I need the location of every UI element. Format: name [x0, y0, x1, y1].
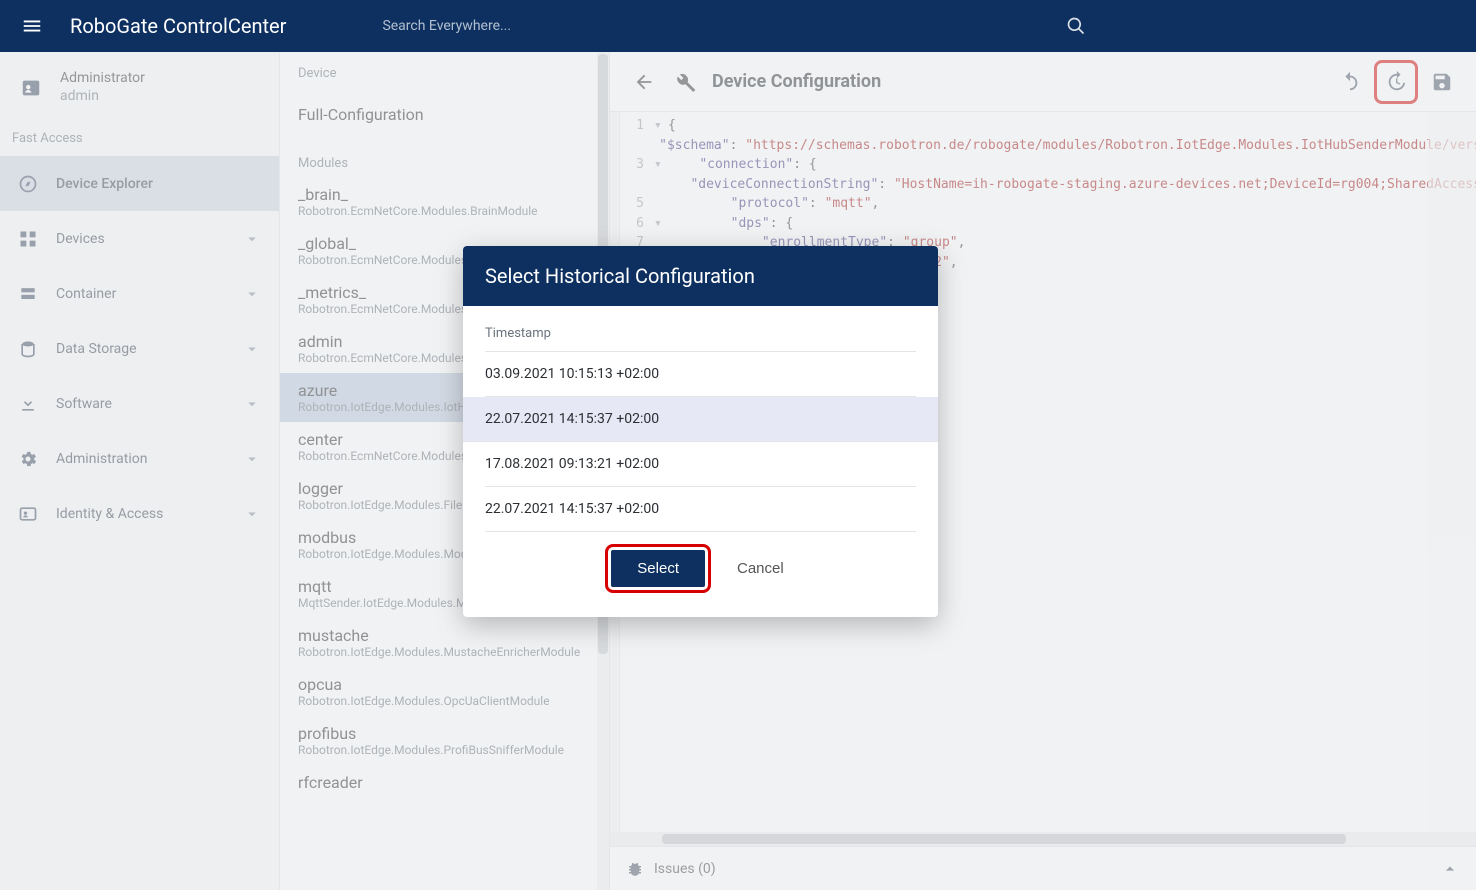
- history-dialog: Select Historical Configuration Timestam…: [463, 246, 938, 617]
- search-icon: [1066, 16, 1086, 36]
- history-row[interactable]: 17.08.2021 09:13:21 +02:00: [485, 442, 916, 487]
- appbar: RoboGate ControlCenter Search Everywhere…: [0, 0, 1476, 52]
- select-button[interactable]: Select: [611, 550, 705, 587]
- cancel-button[interactable]: Cancel: [731, 559, 790, 578]
- menu-icon[interactable]: [12, 6, 52, 46]
- history-row[interactable]: 22.07.2021 14:15:37 +02:00: [485, 487, 916, 532]
- global-search[interactable]: Search Everywhere...: [364, 0, 1464, 52]
- history-row[interactable]: 22.07.2021 14:15:37 +02:00: [463, 397, 938, 442]
- dialog-title: Select Historical Configuration: [463, 246, 938, 306]
- search-placeholder: Search Everywhere...: [382, 18, 511, 34]
- history-row[interactable]: 03.09.2021 10:15:13 +02:00: [485, 352, 916, 397]
- dialog-column-header: Timestamp: [485, 320, 916, 352]
- app-title: RoboGate ControlCenter: [70, 14, 346, 38]
